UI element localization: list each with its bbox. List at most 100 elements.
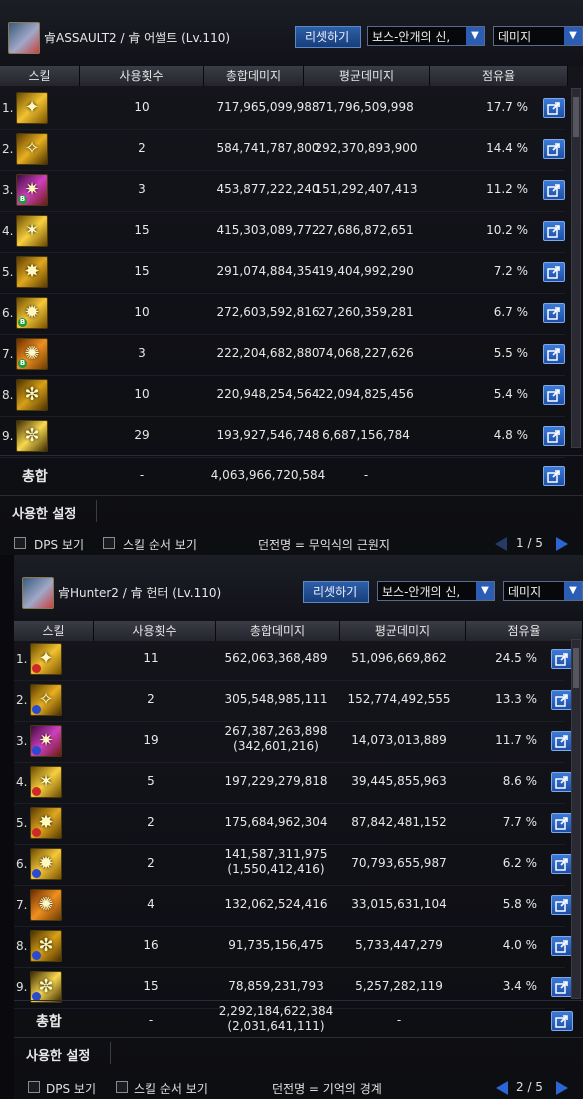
skill-order-checkbox[interactable]: [103, 537, 115, 549]
metric-dropdown[interactable]: 데미지 ▼: [503, 581, 583, 601]
reset-button[interactable]: 리셋하기: [303, 581, 369, 603]
row-share-button[interactable]: [543, 385, 565, 405]
total-avg: -: [396, 1013, 402, 1027]
settings-label[interactable]: 사용한 설정: [12, 503, 76, 522]
row-share-button[interactable]: [551, 772, 573, 792]
skill-badge-icon: [32, 787, 41, 796]
panel-footer: DPS 보기 스킬 순서 보기 던전명 = 기억의 경계 2 / 5: [14, 1077, 583, 1099]
total-share-button[interactable]: [543, 466, 565, 486]
rank-number: 3.: [16, 734, 28, 748]
row-share-button[interactable]: [551, 895, 573, 915]
boss-dropdown[interactable]: 보스-안개의 신, ▼: [367, 26, 485, 46]
column-header-skill[interactable]: 스킬: [0, 66, 80, 86]
uses-cell: 2: [138, 141, 146, 155]
divider: [96, 500, 97, 522]
row-share-button[interactable]: [551, 690, 573, 710]
avg-damage-cell: 39,445,855,963: [351, 774, 447, 788]
column-header-total-damage[interactable]: 총합데미지: [204, 66, 304, 86]
skill-icon: ✸: [16, 256, 48, 288]
rank-number: 8.: [2, 388, 14, 402]
rank-number: 7.: [2, 347, 14, 361]
boss-dropdown[interactable]: 보스-안개의 신, ▼: [377, 581, 495, 601]
rank-number: 3.: [2, 183, 14, 197]
row-share-button[interactable]: [551, 854, 573, 874]
total-damage-value: 562,063,368,489: [224, 651, 328, 665]
share-cell: 24.5 %: [495, 651, 537, 665]
row-share-button[interactable]: [543, 98, 565, 118]
column-header-share[interactable]: 점유율: [466, 621, 583, 641]
scrollbar[interactable]: [571, 639, 581, 999]
share-icon: [555, 940, 568, 953]
share-cell: 6.7 %: [493, 305, 528, 319]
divider: [110, 1042, 111, 1064]
skill-icon: ✹: [30, 848, 62, 880]
metric-dropdown[interactable]: 데미지 ▼: [493, 26, 583, 46]
row-share-button[interactable]: [543, 426, 565, 446]
share-cell: 8.6 %: [502, 774, 537, 788]
total-share-button[interactable]: [551, 1011, 573, 1031]
column-header-total-damage[interactable]: 총합데미지: [216, 621, 340, 641]
uses-cell: 10: [134, 387, 150, 401]
dps-checkbox[interactable]: [28, 1081, 40, 1093]
row-share-button[interactable]: [551, 731, 573, 751]
total-damage-cell: 562,063,368,489: [216, 651, 336, 665]
uses-cell: 15: [134, 264, 150, 278]
share-icon: [555, 899, 568, 912]
share-cell: 6.2 %: [502, 856, 537, 870]
skill-icon: ✸: [30, 807, 62, 839]
reset-button[interactable]: 리셋하기: [295, 26, 361, 48]
column-header-uses[interactable]: 사용횟수: [80, 66, 204, 86]
uses-cell: 3: [138, 346, 146, 360]
table-row: 3. ✷ 19 267,387,263,898 (342,601,216) 14,073,…: [14, 721, 573, 763]
skill-icon: ✷: [30, 725, 62, 757]
row-share-button[interactable]: [543, 139, 565, 159]
avg-damage-cell: 70,793,655,987: [351, 856, 447, 870]
row-share-button[interactable]: [551, 813, 573, 833]
row-share-button[interactable]: [543, 221, 565, 241]
row-share-button[interactable]: [543, 262, 565, 282]
skill-icon: ✶: [16, 215, 48, 247]
skill-icon: ✺: [30, 889, 62, 921]
avg-damage-cell: 87,842,481,152: [351, 815, 447, 829]
dps-checkbox[interactable]: [14, 537, 26, 549]
rank-number: 2.: [16, 693, 28, 707]
column-header-avg-damage[interactable]: 평균데미지: [304, 66, 430, 86]
total-damage-value: 78,859,231,793: [228, 979, 324, 993]
metric-dropdown-value: 데미지: [508, 585, 542, 599]
row-share-button[interactable]: [551, 936, 573, 956]
rank-number: 6.: [2, 306, 14, 320]
row-share-button[interactable]: [543, 303, 565, 323]
arrow-left-icon[interactable]: [496, 1081, 508, 1095]
skill-icon: ✦: [16, 92, 48, 124]
row-share-button[interactable]: [543, 180, 565, 200]
row-share-button[interactable]: [551, 977, 573, 997]
total-label: 총합: [36, 1014, 62, 1030]
row-share-button[interactable]: [543, 344, 565, 364]
column-header-skill[interactable]: 스킬: [14, 621, 94, 641]
scrollbar-thumb[interactable]: [573, 97, 579, 137]
share-icon: [555, 858, 568, 871]
column-header-share[interactable]: 점유율: [430, 66, 568, 86]
arrow-left-icon[interactable]: [495, 537, 507, 551]
uses-cell: 16: [143, 938, 159, 952]
arrow-right-icon[interactable]: [556, 1081, 568, 1095]
share-cell: 5.8 %: [502, 897, 537, 911]
skill-badge-icon: B: [18, 359, 27, 368]
scrollbar[interactable]: [571, 88, 581, 448]
row-share-button[interactable]: [551, 649, 573, 669]
uses-cell: 3: [138, 182, 146, 196]
avg-damage-cell: 74,068,227,626: [318, 346, 414, 360]
column-header-avg-damage[interactable]: 평균데미지: [340, 621, 466, 641]
share-icon: [547, 225, 560, 238]
arrow-right-icon[interactable]: [556, 537, 568, 551]
skill-order-checkbox[interactable]: [116, 1081, 128, 1093]
table-row: 7. ✺ 4 132,062,524,416 33,015,631,104 5.8 %: [14, 885, 573, 927]
table-row: 8. ✻ 10 220,948,254,564 22,094,825,456 5.4 %: [0, 375, 565, 417]
avg-damage-cell: 5,257,282,119: [355, 979, 443, 993]
avg-damage-cell: 22,094,825,456: [318, 387, 414, 401]
column-header-uses[interactable]: 사용횟수: [94, 621, 216, 641]
scrollbar-thumb[interactable]: [573, 648, 579, 688]
chevron-down-icon: ▼: [476, 582, 494, 600]
table-row: 8. ✻ 16 91,735,156,475 5,733,447,279 4.0 %: [14, 926, 573, 968]
settings-label[interactable]: 사용한 설정: [26, 1045, 90, 1064]
